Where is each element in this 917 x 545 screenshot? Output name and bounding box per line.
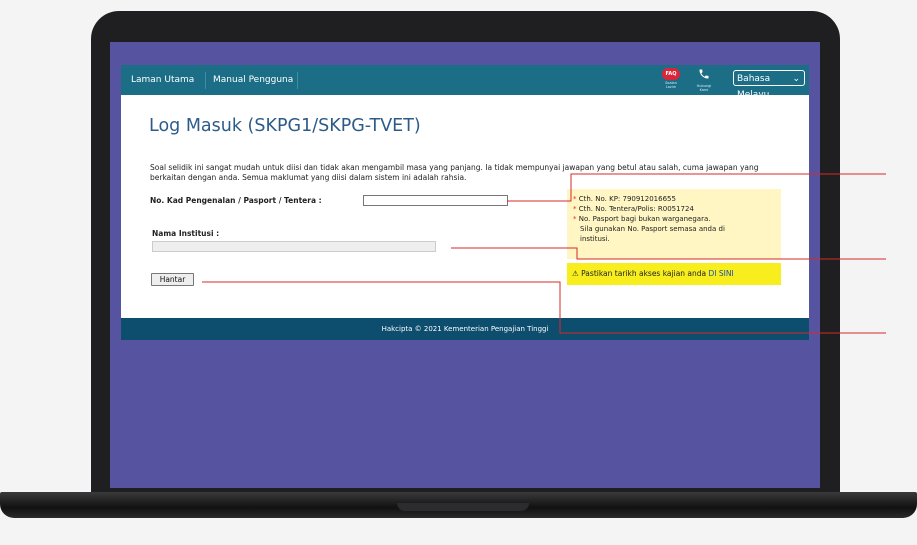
- laptop-notch: [397, 503, 529, 511]
- top-navbar: Laman Utama Manual Pengguna FAQ Soalan L…: [121, 65, 809, 100]
- nav-home-link[interactable]: Laman Utama: [131, 75, 194, 85]
- submit-button[interactable]: Hantar: [151, 273, 194, 286]
- chevron-down-icon: ⌄: [792, 74, 800, 84]
- ic-number-input[interactable]: [363, 195, 508, 206]
- nav-separator: [205, 72, 206, 89]
- hint-line: Sila gunakan No. Pasport semasa anda di: [580, 225, 725, 233]
- faq-button[interactable]: FAQ Soalan Lazim: [660, 68, 682, 89]
- access-date-warning: ⚠ Pastikan tarikh akses kajian anda DI S…: [567, 263, 781, 285]
- contact-button[interactable]: Hubungi Kami: [693, 68, 715, 92]
- faq-label: Soalan Lazim: [665, 81, 677, 89]
- nav-manual-link[interactable]: Manual Pengguna: [213, 75, 293, 85]
- warning-text: Pastikan tarikh akses kajian anda: [581, 269, 707, 278]
- hint-line: * No. Pasport bagi bukan warganegara.: [573, 215, 711, 223]
- institution-input[interactable]: [152, 241, 436, 252]
- page-title: Log Masuk (SKPG1/SKPG-TVET): [149, 116, 421, 136]
- hint-line: * Cth. No. Tentera/Polis: R0051724: [573, 205, 694, 213]
- login-panel: Log Masuk (SKPG1/SKPG-TVET) Soal selidik…: [121, 95, 809, 318]
- ic-number-label: No. Kad Pengenalan / Pasport / Tentera :: [150, 196, 322, 205]
- phone-icon: [699, 69, 709, 79]
- footer: Hakcipta © 2021 Kementerian Pengajian Ti…: [121, 318, 809, 340]
- hint-line: institusi.: [580, 235, 610, 243]
- contact-label: Hubungi Kami: [696, 84, 712, 92]
- hint-line: * Cth. No. KP: 790912016655: [573, 195, 676, 203]
- faq-icon: FAQ: [662, 68, 680, 80]
- laptop-screen: Laman Utama Manual Pengguna FAQ Soalan L…: [110, 42, 820, 488]
- copyright-text: Hakcipta © 2021 Kementerian Pengajian Ti…: [381, 325, 549, 333]
- intro-text: Soal selidik ini sangat mudah untuk diis…: [150, 163, 759, 182]
- language-select[interactable]: Bahasa Melayu ⌄: [733, 70, 805, 100]
- institution-label: Nama Institusi :: [152, 229, 220, 238]
- warning-icon: ⚠: [572, 269, 579, 278]
- nav-separator: [297, 72, 298, 89]
- check-date-link[interactable]: DI SINI: [709, 269, 734, 278]
- format-hint-box: * Cth. No. KP: 790912016655 * Cth. No. T…: [567, 189, 781, 259]
